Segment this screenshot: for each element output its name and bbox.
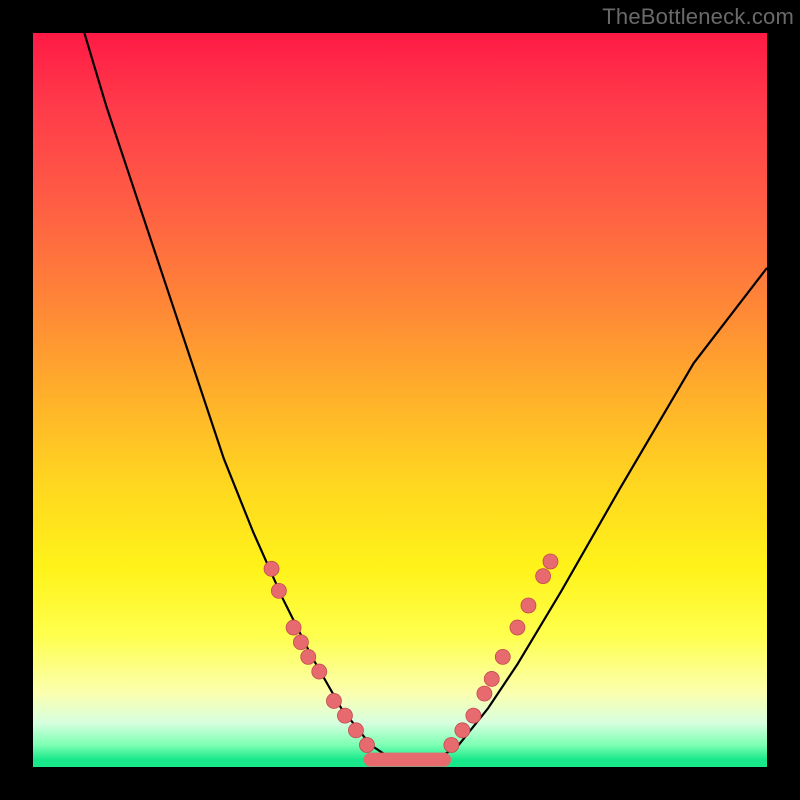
chart-plot-area bbox=[33, 33, 767, 767]
curve-dot bbox=[543, 554, 558, 569]
curve-dot bbox=[286, 620, 301, 635]
curve-dot bbox=[455, 723, 470, 738]
curve-dot bbox=[444, 737, 459, 752]
curve-dot bbox=[521, 598, 536, 613]
curve-dot bbox=[466, 708, 481, 723]
bottleneck-curve-svg bbox=[33, 33, 767, 767]
curve-dot bbox=[348, 723, 363, 738]
curve-dot bbox=[510, 620, 525, 635]
curve-dots-right bbox=[444, 554, 558, 753]
chart-frame: TheBottleneck.com bbox=[0, 0, 800, 800]
curve-dot bbox=[301, 649, 316, 664]
curve-dots-left bbox=[264, 561, 374, 752]
curve-dot bbox=[312, 664, 327, 679]
curve-dot bbox=[293, 635, 308, 650]
bottleneck-curve bbox=[84, 33, 767, 760]
curve-dot bbox=[271, 583, 286, 598]
watermark-text: TheBottleneck.com bbox=[602, 4, 794, 30]
curve-dot bbox=[536, 569, 551, 584]
curve-dot bbox=[495, 649, 510, 664]
curve-dot bbox=[337, 708, 352, 723]
curve-dot bbox=[484, 671, 499, 686]
curve-dot bbox=[477, 686, 492, 701]
curve-dot bbox=[326, 693, 341, 708]
curve-dot bbox=[264, 561, 279, 576]
curve-dot bbox=[359, 737, 374, 752]
